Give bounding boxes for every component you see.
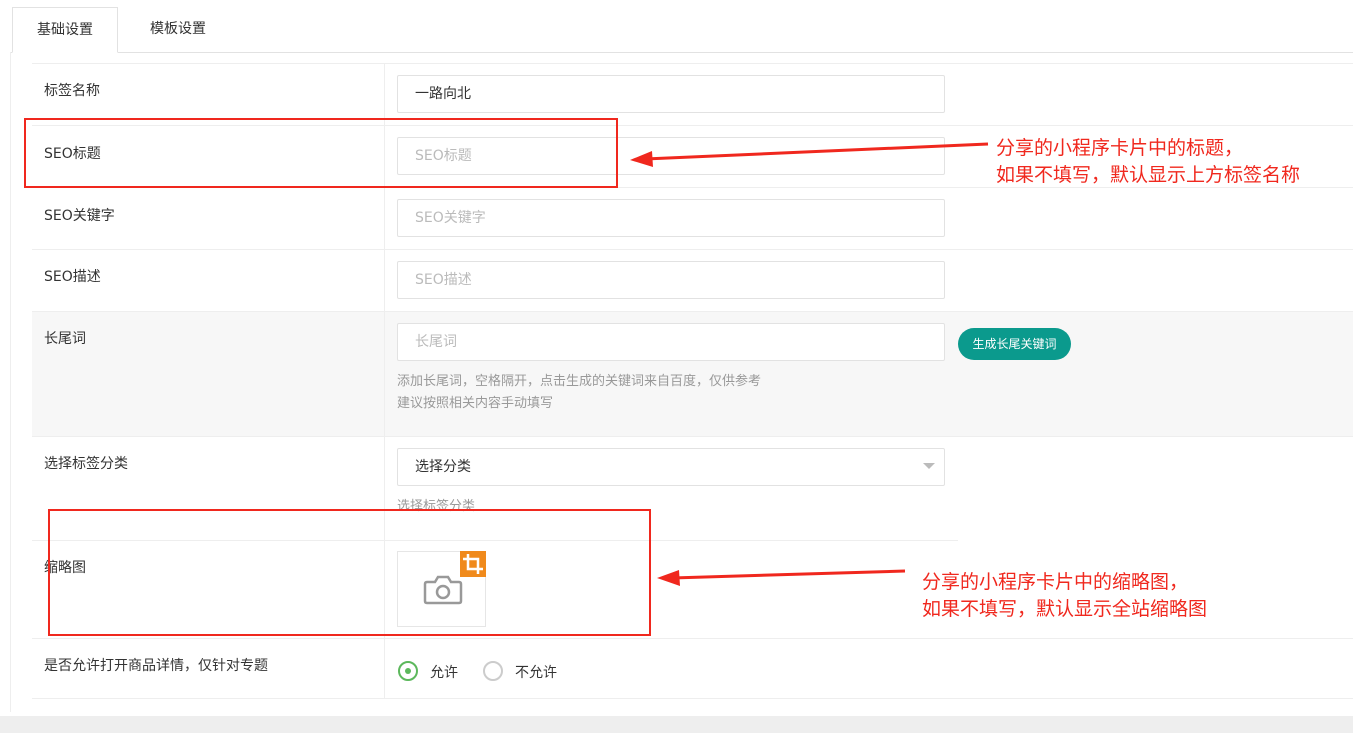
annotation-arrows [630,142,989,586]
annotation-seo-title-line1: 分享的小程序卡片中的标题， [996,137,1244,159]
annotation-seo-title-line2: 如果不填写，默认显示上方标签名称 [996,164,1301,186]
annotation-thumbnail-line2: 如果不填写，默认显示全站缩略图 [922,598,1208,620]
annotation-thumbnail-line1: 分享的小程序卡片中的缩略图， [922,571,1189,593]
